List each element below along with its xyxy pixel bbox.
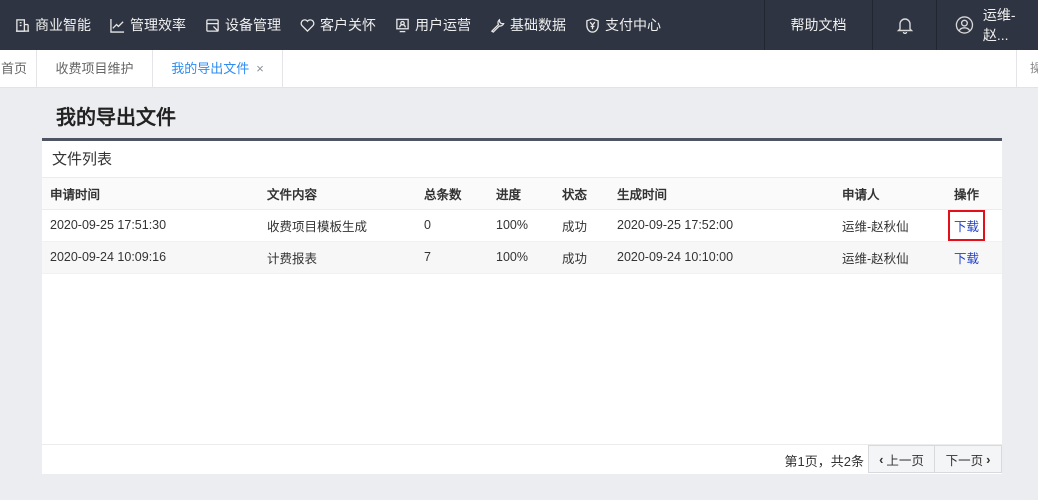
nav-label: 客户关怀 [320, 17, 376, 33]
nav-right: 帮助文档 运维-赵... [764, 0, 1038, 50]
tab-fee-items[interactable]: 收费项目维护 [37, 50, 153, 87]
cell-applicant: 运维-赵秋仙 [842, 209, 954, 242]
nav-item-payment[interactable]: 支付中心 [575, 0, 670, 50]
tab-home[interactable]: 首页 [0, 50, 37, 87]
col-applicant: 申请人 [842, 178, 954, 210]
cell-total: 0 [424, 209, 496, 242]
table-row: 2020-09-24 10:09:16 计费报表 7 100% 成功 2020-… [42, 241, 1002, 274]
download-link[interactable]: 下载 [948, 209, 986, 241]
prev-page-button[interactable]: ‹ 上一页 [868, 445, 935, 473]
pagination: 第1页，共2条 ‹ 上一页 下一页 › [42, 444, 1002, 474]
page-title: 我的导出文件 [56, 107, 176, 129]
bi-icon [14, 17, 30, 33]
next-page-button[interactable]: 下一页 › [934, 445, 1002, 473]
nav-label: 用户运营 [415, 17, 471, 33]
user-name: 运维-赵... [982, 7, 1016, 43]
shield-yen-icon [584, 17, 600, 33]
file-list-panel: 文件列表 申请时间 文件内容 总条数 进度 状态 生成时间 申请人 操作 202… [42, 138, 1002, 474]
cell-action: 下载 [954, 241, 1002, 274]
table-row: 2020-09-25 17:51:30 收费项目模板生成 0 100% 成功 2… [42, 209, 1002, 242]
cell-applicant: 运维-赵秋仙 [842, 241, 954, 274]
next-label: 下一页 [945, 453, 984, 468]
cell-apply-time: 2020-09-25 17:51:30 [42, 209, 267, 242]
col-action: 操作 [954, 178, 1002, 210]
cell-apply-time: 2020-09-24 10:09:16 [42, 241, 267, 274]
tab-operations-button[interactable]: 操 [1016, 50, 1038, 87]
prev-label: 上一页 [886, 453, 924, 468]
col-status: 状态 [562, 178, 617, 210]
notification-bell-button[interactable] [872, 0, 936, 50]
col-total: 总条数 [424, 178, 496, 210]
cell-progress: 100% [496, 209, 562, 242]
cell-action: 下载 [948, 209, 1002, 242]
col-apply-time: 申请时间 [42, 178, 267, 210]
panel-title: 文件列表 [42, 141, 1002, 178]
tab-bar: 首页 收费项目维护 我的导出文件 × 操 [0, 50, 1038, 88]
cell-generated-time: 2020-09-24 10:10:00 [617, 241, 842, 274]
nav-label: 管理效率 [130, 17, 186, 33]
nav-label: 基础数据 [510, 17, 566, 33]
cell-progress: 100% [496, 241, 562, 274]
wrench-icon [489, 17, 505, 33]
cell-status: 成功 [562, 241, 617, 274]
user-avatar-icon [955, 16, 974, 34]
col-generated-time: 生成时间 [617, 178, 842, 210]
nav-label: 支付中心 [605, 17, 661, 33]
page-info: 第1页，共2条 [784, 454, 864, 469]
col-content: 文件内容 [267, 178, 424, 210]
close-icon[interactable]: × [256, 61, 264, 76]
download-link[interactable]: 下载 [949, 243, 984, 272]
file-table: 申请时间 文件内容 总条数 进度 状态 生成时间 申请人 操作 2020-09-… [42, 178, 1002, 274]
nav-item-basic-data[interactable]: 基础数据 [480, 0, 575, 50]
tab-label: 我的导出文件 [171, 61, 250, 76]
user-ops-icon [394, 17, 410, 33]
user-menu[interactable]: 运维-赵... [936, 0, 1038, 50]
help-docs-link[interactable]: 帮助文档 [764, 0, 872, 50]
top-nav: 商业智能 管理效率 设备管理 客户关怀 用户运营 基础数据 支付中心 帮助文档 … [0, 0, 1038, 50]
cell-total: 7 [424, 241, 496, 274]
device-icon [204, 17, 220, 33]
nav-item-bi[interactable]: 商业智能 [0, 0, 100, 50]
cell-content: 收费项目模板生成 [267, 209, 424, 242]
nav-label: 设备管理 [225, 17, 281, 33]
nav-item-device[interactable]: 设备管理 [195, 0, 290, 50]
chevron-right-icon: › [986, 451, 991, 467]
cell-status: 成功 [562, 209, 617, 242]
bell-icon [896, 18, 913, 34]
chevron-left-icon: ‹ [879, 451, 884, 467]
nav-item-user-ops[interactable]: 用户运营 [385, 0, 480, 50]
table-header-row: 申请时间 文件内容 总条数 进度 状态 生成时间 申请人 操作 [42, 178, 1002, 210]
col-progress: 进度 [496, 178, 562, 210]
nav-item-efficiency[interactable]: 管理效率 [100, 0, 195, 50]
tab-my-exports[interactable]: 我的导出文件 × [153, 50, 283, 87]
nav-label: 商业智能 [35, 17, 91, 33]
cell-content: 计费报表 [267, 241, 424, 274]
cell-generated-time: 2020-09-25 17:52:00 [617, 209, 842, 242]
chart-line-icon [109, 17, 125, 33]
nav-item-care[interactable]: 客户关怀 [290, 0, 385, 50]
heart-icon [299, 17, 315, 33]
